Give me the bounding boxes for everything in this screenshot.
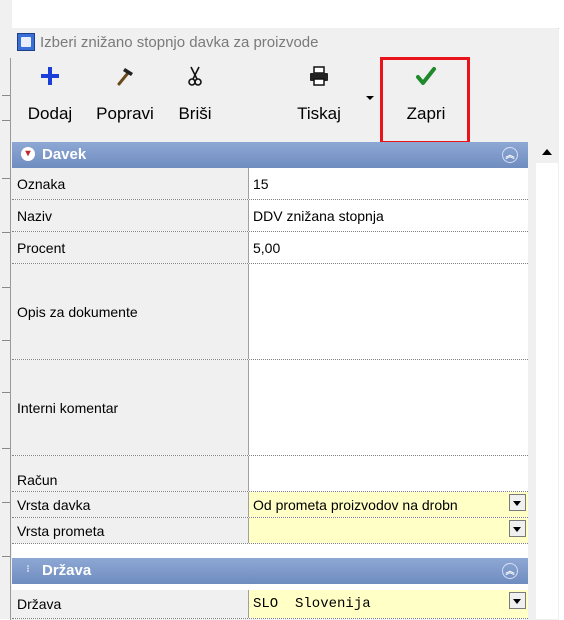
add-button-label: Dodaj: [27, 104, 73, 123]
section-title: Država: [42, 562, 92, 579]
property-row-racun: Račun: [12, 456, 528, 492]
section-header-davek[interactable]: ▾ Davek ︽: [12, 142, 528, 168]
background-tick: [2, 556, 10, 557]
background-tick: [2, 392, 10, 393]
section-icon: ⁝: [26, 564, 30, 575]
property-row-procent: Procent 5,00: [12, 232, 528, 264]
property-row-naziv: Naziv DDV znižana stopnja: [12, 200, 528, 232]
background-tick: [2, 287, 10, 288]
vrsta-davka-select[interactable]: Od prometa proizvodov na drobn: [249, 492, 528, 517]
section-collapse-icon: ▾: [21, 147, 35, 161]
property-row-drzava: Država SLO Slovenija: [12, 590, 528, 619]
vrsta-davka-value: Od prometa proizvodov na drobn: [253, 496, 458, 513]
oznaka-field[interactable]: 15: [249, 168, 528, 199]
property-label: Opis za dokumente: [12, 264, 249, 359]
opis-field[interactable]: [249, 264, 528, 359]
highlight-box: [380, 57, 470, 144]
property-label: Država: [12, 590, 249, 618]
window-title: Izberi znižano stopnjo davka za proizvod…: [40, 34, 319, 51]
background-tick: [2, 178, 10, 179]
edit-button-label: Popravi: [96, 104, 154, 123]
property-row-oznaka: Oznaka 15: [12, 168, 528, 200]
property-label: Procent: [12, 232, 249, 263]
property-row-komentar: Interni komentar: [12, 360, 528, 456]
dropdown-arrow-icon[interactable]: [509, 520, 526, 537]
dropdown-arrow-icon[interactable]: [509, 494, 526, 511]
komentar-field[interactable]: [249, 360, 528, 455]
property-label: Oznaka: [12, 168, 249, 199]
edit-button[interactable]: Popravi: [84, 60, 166, 130]
app-window-icon: [17, 33, 35, 51]
print-button[interactable]: Tiskaj: [286, 60, 352, 130]
naziv-field[interactable]: DDV znižana stopnja: [249, 200, 528, 231]
print-dropdown-arrow[interactable]: [366, 96, 374, 100]
background-tick: [2, 340, 10, 341]
background-tick: [2, 120, 10, 121]
delete-button[interactable]: Briši: [168, 60, 222, 130]
add-button[interactable]: Dodaj: [22, 60, 78, 130]
property-row-opis: Opis za dokumente: [12, 264, 528, 360]
delete-button-label: Briši: [178, 104, 212, 123]
print-button-label: Tiskaj: [297, 104, 341, 123]
background-tick: [2, 232, 10, 233]
procent-field[interactable]: 5,00: [249, 232, 528, 263]
hammer-icon: [84, 64, 166, 88]
printer-icon: [286, 64, 352, 88]
property-label: Interni komentar: [12, 360, 249, 455]
background-tick: [2, 448, 10, 449]
scissors-icon: [168, 64, 222, 88]
property-row-vrsta-prometa: Vrsta prometa: [12, 518, 528, 544]
dropdown-arrow-icon[interactable]: [509, 592, 526, 609]
property-label: Vrsta prometa: [12, 518, 249, 543]
property-label: Račun: [12, 456, 249, 491]
property-label: Vrsta davka: [12, 492, 249, 517]
chevrons-up-icon[interactable]: ︽: [502, 147, 518, 163]
scrollbar-track[interactable]: [536, 163, 558, 619]
vrsta-prometa-select[interactable]: [249, 518, 528, 543]
background-tick: [2, 502, 10, 503]
background-tick: [2, 95, 10, 96]
property-label: Naziv: [12, 200, 249, 231]
section-title: Davek: [42, 146, 87, 163]
drzava-select[interactable]: SLO Slovenija: [249, 590, 528, 618]
drzava-value: SLO Slovenija: [253, 596, 371, 612]
plus-icon: [22, 64, 78, 88]
racun-field[interactable]: [249, 456, 528, 491]
property-row-vrsta-davka: Vrsta davka Od prometa proizvodov na dro…: [12, 492, 528, 518]
chevrons-up-icon[interactable]: ︽: [502, 563, 518, 579]
scroll-up-arrow-icon[interactable]: [538, 143, 556, 161]
section-header-drzava[interactable]: ⁝ Država ︽: [12, 558, 528, 584]
